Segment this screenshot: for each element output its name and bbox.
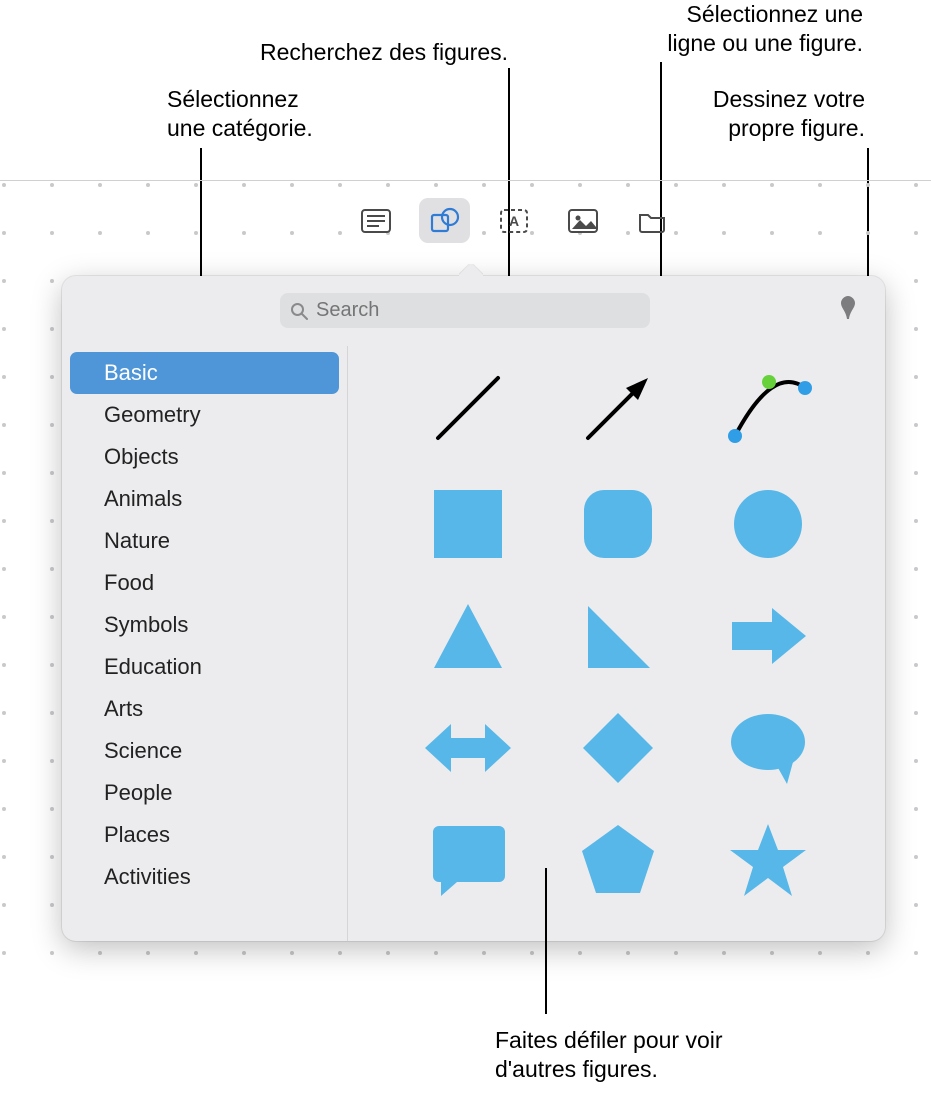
- right-triangle-icon: [580, 598, 656, 674]
- rounded-square-icon: [580, 486, 656, 562]
- draw-shape-button[interactable]: [835, 294, 861, 322]
- category-label: Education: [104, 654, 202, 680]
- shape-star[interactable]: [718, 810, 818, 910]
- pentagon-icon: [578, 821, 658, 899]
- speech-bubble-icon: [727, 710, 809, 786]
- shapes-grid: [348, 346, 885, 941]
- callout-scroll-more: Faites défiler pour voir d'autres figure…: [495, 1026, 723, 1084]
- callout-select-line-shape: Sélectionnez une ligne ou une figure.: [580, 0, 863, 58]
- pen-icon: [835, 294, 861, 322]
- category-arts[interactable]: Arts: [62, 688, 347, 730]
- shape-line[interactable]: [418, 358, 518, 458]
- callout-draw-own: Dessinez votre propre figure.: [630, 85, 865, 143]
- leader-line: [545, 868, 547, 1014]
- search-field[interactable]: [280, 293, 650, 328]
- media-button[interactable]: [557, 198, 608, 243]
- popover-arrow: [459, 264, 483, 276]
- category-label: Food: [104, 570, 154, 596]
- shape-curve[interactable]: [718, 358, 818, 458]
- category-label: Objects: [104, 444, 179, 470]
- shape-arrow-line[interactable]: [568, 358, 668, 458]
- category-label: People: [104, 780, 173, 806]
- shape-circle[interactable]: [718, 474, 818, 574]
- category-label: Basic: [104, 360, 158, 386]
- search-icon: [290, 302, 308, 320]
- triangle-icon: [428, 598, 508, 674]
- category-sidebar: Basic Geometry Objects Animals Nature Fo…: [62, 346, 348, 941]
- shapes-popover: Basic Geometry Objects Animals Nature Fo…: [62, 276, 885, 941]
- search-input[interactable]: [314, 298, 640, 323]
- quote-bubble-icon: [427, 822, 509, 898]
- shapes-button[interactable]: [419, 198, 470, 243]
- category-label: Symbols: [104, 612, 188, 638]
- shapes-icon: [430, 207, 460, 235]
- category-label: Places: [104, 822, 170, 848]
- category-geometry[interactable]: Geometry: [62, 394, 347, 436]
- category-label: Animals: [104, 486, 182, 512]
- shape-speech-bubble[interactable]: [718, 698, 818, 798]
- category-label: Arts: [104, 696, 143, 722]
- category-label: Nature: [104, 528, 170, 554]
- text-layout-icon: [361, 209, 391, 233]
- category-label: Science: [104, 738, 182, 764]
- shape-pentagon[interactable]: [568, 810, 668, 910]
- shape-square[interactable]: [418, 474, 518, 574]
- text-layout-button[interactable]: [350, 198, 401, 243]
- right-arrow-icon: [726, 602, 810, 670]
- text-box-icon: A: [498, 208, 530, 234]
- curve-icon: [723, 368, 813, 448]
- shape-diamond[interactable]: [568, 698, 668, 798]
- category-science[interactable]: Science: [62, 730, 347, 772]
- category-education[interactable]: Education: [62, 646, 347, 688]
- category-symbols[interactable]: Symbols: [62, 604, 347, 646]
- category-label: Geometry: [104, 402, 201, 428]
- shape-quote-bubble[interactable]: [418, 810, 518, 910]
- folder-icon: [637, 209, 667, 233]
- shape-rounded-square[interactable]: [568, 474, 668, 574]
- diamond-icon: [579, 709, 657, 787]
- arrow-line-icon: [578, 368, 658, 448]
- folder-button[interactable]: [626, 198, 677, 243]
- shape-triangle[interactable]: [418, 586, 518, 686]
- shape-right-arrow[interactable]: [718, 586, 818, 686]
- callout-select-category: Sélectionnez une catégorie.: [167, 85, 313, 143]
- square-icon: [430, 486, 506, 562]
- svg-text:A: A: [508, 213, 518, 229]
- star-icon: [726, 820, 810, 900]
- line-icon: [428, 368, 508, 448]
- double-arrow-icon: [421, 716, 515, 780]
- category-objects[interactable]: Objects: [62, 436, 347, 478]
- category-basic[interactable]: Basic: [70, 352, 339, 394]
- insert-toolbar: A: [350, 198, 677, 243]
- category-activities[interactable]: Activities: [62, 856, 347, 898]
- circle-icon: [730, 486, 806, 562]
- category-food[interactable]: Food: [62, 562, 347, 604]
- callout-search-shapes: Recherchez des figures.: [188, 38, 508, 67]
- category-animals[interactable]: Animals: [62, 478, 347, 520]
- category-people[interactable]: People: [62, 772, 347, 814]
- media-icon: [567, 208, 599, 234]
- shape-double-arrow[interactable]: [418, 698, 518, 798]
- shape-right-triangle[interactable]: [568, 586, 668, 686]
- category-nature[interactable]: Nature: [62, 520, 347, 562]
- category-places[interactable]: Places: [62, 814, 347, 856]
- category-label: Activities: [104, 864, 191, 890]
- text-box-button[interactable]: A: [488, 198, 539, 243]
